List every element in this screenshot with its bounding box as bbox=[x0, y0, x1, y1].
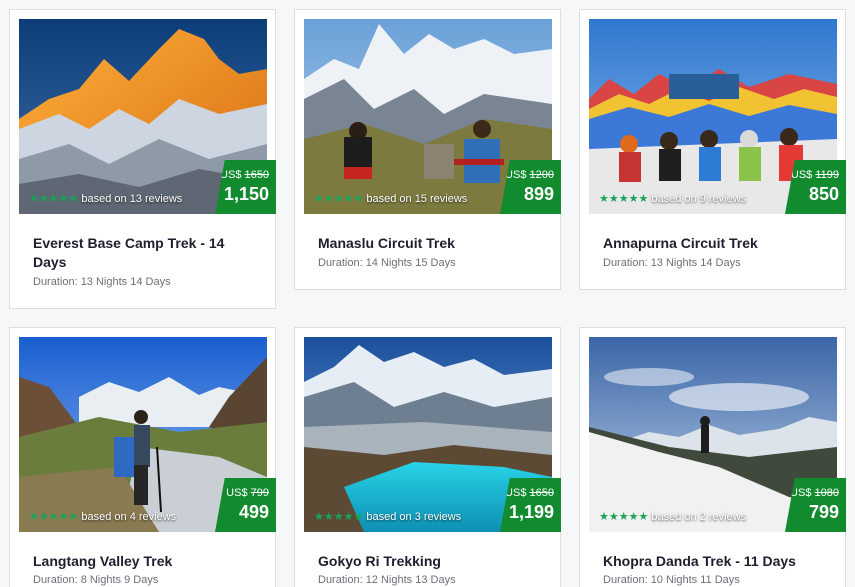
star-rating: ★ ★ ★ ★ ★ bbox=[314, 510, 364, 523]
rating-summary: ★ ★ ★ ★ ★ based on 9 reviews bbox=[599, 193, 746, 205]
trek-card-khopra[interactable]: ★ ★ ★ ★ ★ based on 2 reviews US$ 1080 799 Kh… bbox=[579, 327, 846, 587]
current-price: 1,199 bbox=[508, 502, 554, 522]
trek-duration: Duration: 14 Nights 15 Days bbox=[318, 257, 456, 269]
trek-duration: Duration: 12 Nights 13 Days bbox=[318, 574, 456, 586]
trek-duration: Duration: 10 Nights 11 Days bbox=[603, 574, 740, 586]
currency-label: US$ bbox=[790, 487, 812, 499]
currency-label: US$ bbox=[220, 169, 242, 181]
currency-label: US$ bbox=[790, 169, 813, 181]
price-badge: US$ 1080 799 bbox=[785, 478, 846, 532]
old-price: 799 bbox=[250, 487, 269, 499]
trek-card-gokyo[interactable]: ★ ★ ★ ★ ★ based on 3 reviews US$ 1650 1,199 … bbox=[294, 327, 561, 587]
rating-summary: ★ ★ ★ ★ ★ based on 4 reviews bbox=[29, 511, 176, 523]
star-icon: ★ bbox=[314, 510, 324, 523]
rating-summary: ★ ★ ★ ★ ★ based on 3 reviews bbox=[314, 511, 461, 523]
star-icon: ★ bbox=[638, 192, 649, 205]
rating-summary: ★ ★ ★ ★ ★ based on 15 reviews bbox=[314, 193, 467, 205]
trek-card-annapurna[interactable]: ★ ★ ★ ★ ★ based on 9 reviews US$ 1199 850 An… bbox=[579, 9, 846, 290]
old-price: 1199 bbox=[815, 169, 839, 181]
review-count: based on 4 reviews bbox=[81, 511, 177, 523]
currency-label: US$ bbox=[505, 487, 527, 499]
star-rating: ★ ★ ★ ★ ★ bbox=[29, 510, 79, 523]
star-icon: ★ bbox=[29, 510, 39, 523]
trek-title[interactable]: Annapurna Circuit Trek bbox=[603, 234, 823, 253]
star-icon: ★ bbox=[343, 510, 354, 523]
old-price: 1650 bbox=[529, 487, 554, 499]
trek-duration: Duration: 13 Nights 14 Days bbox=[33, 276, 171, 288]
current-price: 799 bbox=[808, 502, 839, 522]
star-icon: ★ bbox=[68, 510, 79, 523]
review-count: based on 2 reviews bbox=[651, 511, 747, 523]
star-icon: ★ bbox=[618, 510, 629, 523]
trek-card-langtang[interactable]: ★ ★ ★ ★ ★ based on 4 reviews US$ 799 499 Lan… bbox=[9, 327, 276, 587]
review-count: based on 9 reviews bbox=[651, 193, 747, 205]
star-icon: ★ bbox=[58, 510, 69, 523]
old-price: 1080 bbox=[814, 487, 839, 499]
trek-title[interactable]: Khopra Danda Trek - 11 Days bbox=[603, 552, 823, 571]
rating-summary: ★ ★ ★ ★ ★ based on 13 reviews bbox=[29, 193, 182, 205]
star-rating: ★ ★ ★ ★ ★ bbox=[29, 192, 79, 205]
star-icon: ★ bbox=[29, 192, 39, 205]
star-icon: ★ bbox=[353, 510, 364, 523]
star-icon: ★ bbox=[323, 192, 334, 205]
old-price: 1650 bbox=[244, 169, 269, 181]
rating-summary: ★ ★ ★ ★ ★ based on 2 reviews bbox=[599, 511, 746, 523]
star-icon: ★ bbox=[38, 510, 49, 523]
star-icon: ★ bbox=[628, 192, 639, 205]
trek-title[interactable]: Manaslu Circuit Trek bbox=[318, 234, 538, 253]
trek-title[interactable]: Everest Base Camp Trek - 14 Days bbox=[33, 234, 253, 272]
star-icon: ★ bbox=[314, 192, 324, 205]
star-icon: ★ bbox=[333, 510, 344, 523]
star-icon: ★ bbox=[333, 192, 344, 205]
star-icon: ★ bbox=[48, 510, 59, 523]
review-count: based on 13 reviews bbox=[81, 193, 183, 205]
currency-label: US$ bbox=[505, 169, 527, 181]
price-badge: US$ 1650 1,150 bbox=[215, 160, 276, 214]
star-icon: ★ bbox=[638, 510, 649, 523]
current-price: 899 bbox=[523, 184, 554, 204]
star-icon: ★ bbox=[323, 510, 334, 523]
star-icon: ★ bbox=[68, 192, 79, 205]
price-badge: US$ 1199 850 bbox=[785, 160, 846, 214]
price-badge: US$ 799 499 bbox=[215, 478, 276, 532]
trek-card-everest[interactable]: ★ ★ ★ ★ ★ based on 13 reviews US$ 1650 1,150… bbox=[9, 9, 276, 309]
currency-label: US$ bbox=[226, 487, 248, 499]
star-rating: ★ ★ ★ ★ ★ bbox=[314, 192, 364, 205]
star-icon: ★ bbox=[608, 192, 619, 205]
trek-duration: Duration: 13 Nights 14 Days bbox=[603, 257, 741, 269]
current-price: 499 bbox=[238, 502, 269, 522]
price-badge: US$ 1650 1,199 bbox=[500, 478, 561, 532]
star-icon: ★ bbox=[608, 510, 619, 523]
star-icon: ★ bbox=[628, 510, 639, 523]
trek-title[interactable]: Langtang Valley Trek bbox=[33, 552, 253, 571]
star-icon: ★ bbox=[58, 192, 69, 205]
review-count: based on 3 reviews bbox=[366, 511, 462, 523]
trek-card-manaslu[interactable]: ★ ★ ★ ★ ★ based on 15 reviews US$ 1200 899 M… bbox=[294, 9, 561, 290]
current-price: 850 bbox=[808, 184, 839, 204]
trek-title[interactable]: Gokyo Ri Trekking bbox=[318, 552, 538, 571]
star-icon: ★ bbox=[599, 192, 609, 205]
star-icon: ★ bbox=[343, 192, 354, 205]
star-icon: ★ bbox=[38, 192, 49, 205]
star-icon: ★ bbox=[618, 192, 629, 205]
old-price: 1200 bbox=[529, 169, 554, 181]
star-rating: ★ ★ ★ ★ ★ bbox=[599, 192, 649, 205]
star-icon: ★ bbox=[599, 510, 609, 523]
price-badge: US$ 1200 899 bbox=[500, 160, 561, 214]
star-icon: ★ bbox=[48, 192, 59, 205]
star-icon: ★ bbox=[353, 192, 364, 205]
review-count: based on 15 reviews bbox=[366, 193, 468, 205]
trek-duration: Duration: 8 Nights 9 Days bbox=[33, 574, 159, 586]
current-price: 1,150 bbox=[223, 184, 269, 204]
star-rating: ★ ★ ★ ★ ★ bbox=[599, 510, 649, 523]
